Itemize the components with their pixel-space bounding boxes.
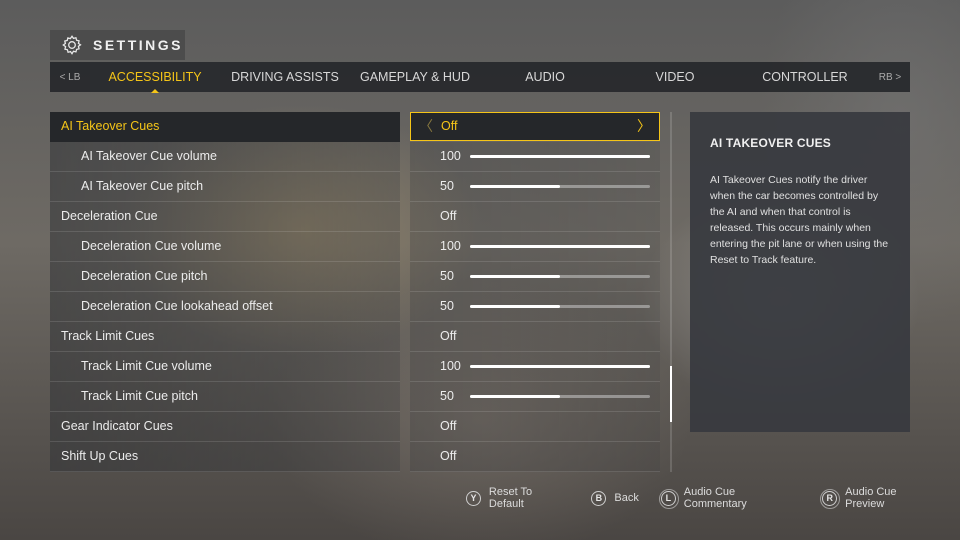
setting-slider[interactable]: 50	[410, 382, 660, 412]
settings-list: AI Takeover Cues 〈 〉 Off AI Takeover Cue vol…	[50, 112, 662, 472]
setting-slider[interactable]: 50	[410, 262, 660, 292]
setting-value: 100	[440, 359, 461, 373]
setting-label: Track Limit Cue volume	[50, 352, 400, 382]
chevron-left-icon[interactable]: 〈	[419, 113, 433, 140]
tab-next-bumper[interactable]: RB >	[870, 72, 910, 83]
setting-value: Off	[440, 329, 457, 343]
audio-cue-preview-label: Audio Cue Preview	[845, 486, 897, 510]
info-description: AI Takeover Cues notify the driver when …	[710, 174, 889, 266]
setting-row[interactable]: Deceleration Cue pitch 50	[50, 262, 662, 292]
setting-label: AI Takeover Cue pitch	[50, 172, 400, 202]
setting-label: Gear Indicator Cues	[50, 412, 400, 442]
tab-gameplay-hud[interactable]: GAMEPLAY & HUD	[350, 62, 480, 92]
slider-fill	[470, 155, 650, 158]
setting-slider[interactable]: 100	[410, 352, 660, 382]
setting-label: Track Limit Cues	[50, 322, 400, 352]
setting-row[interactable]: AI Takeover Cue pitch 50	[50, 172, 662, 202]
slider-fill	[470, 395, 560, 398]
audio-cue-commentary-label: Audio Cue Commentary	[683, 486, 747, 510]
left-stick-icon: L	[658, 488, 679, 509]
setting-row[interactable]: Deceleration Cue volume 100	[50, 232, 662, 262]
setting-row[interactable]: Deceleration Cue Off	[50, 202, 662, 232]
slider-track[interactable]	[470, 395, 650, 398]
chevron-right-icon[interactable]: 〉	[637, 113, 651, 140]
scrollbar-thumb[interactable]	[670, 366, 672, 422]
setting-label: Deceleration Cue pitch	[50, 262, 400, 292]
gear-icon	[62, 35, 82, 55]
reset-to-default-button[interactable]: Y Reset To Default	[466, 486, 569, 510]
setting-slider[interactable]: 50	[410, 172, 660, 202]
back-button[interactable]: B Back	[591, 490, 639, 506]
slider-track[interactable]	[470, 275, 650, 278]
footer-actions: Y Reset To Default B Back L Audio Cue Co…	[466, 486, 960, 510]
setting-value: 100	[440, 149, 461, 163]
setting-label: Deceleration Cue volume	[50, 232, 400, 262]
slider-fill	[470, 185, 560, 188]
setting-row[interactable]: Shift Up Cues Off	[50, 442, 662, 472]
setting-label: Track Limit Cue pitch	[50, 382, 400, 412]
setting-row[interactable]: Gear Indicator Cues Off	[50, 412, 662, 442]
tab-audio[interactable]: AUDIO	[480, 62, 610, 92]
slider-track[interactable]	[470, 155, 650, 158]
slider-track[interactable]	[470, 305, 650, 308]
setting-slider[interactable]: 50	[410, 292, 660, 322]
setting-selector[interactable]: Off	[410, 202, 660, 232]
back-label: Back	[614, 492, 639, 504]
slider-fill	[470, 305, 560, 308]
setting-value: 100	[440, 239, 461, 253]
setting-selector[interactable]: 〈 〉 Off	[410, 112, 660, 141]
setting-value: Off	[440, 449, 457, 463]
setting-label: Shift Up Cues	[50, 442, 400, 472]
settings-header: SETTINGS	[50, 30, 185, 60]
tab-accessibility[interactable]: ACCESSIBILITY	[90, 62, 220, 93]
slider-track[interactable]	[470, 185, 650, 188]
tab-video[interactable]: VIDEO	[610, 62, 740, 92]
tab-controller[interactable]: CONTROLLER	[740, 62, 870, 92]
setting-row[interactable]: Track Limit Cues Off	[50, 322, 662, 352]
info-panel: AI TAKEOVER CUES AI Takeover Cues notify…	[690, 112, 910, 432]
setting-slider[interactable]: 100	[410, 232, 660, 262]
setting-row[interactable]: Deceleration Cue lookahead offset 50	[50, 292, 662, 322]
setting-label: AI Takeover Cues	[50, 112, 400, 142]
slider-track[interactable]	[470, 245, 650, 248]
setting-value: 50	[440, 299, 454, 313]
setting-value: 50	[440, 269, 454, 283]
setting-selector[interactable]: Off	[410, 322, 660, 352]
setting-row[interactable]: Track Limit Cue volume 100	[50, 352, 662, 382]
page-title: SETTINGS	[93, 37, 184, 53]
tab-bar: < LB ACCESSIBILITY DRIVING ASSISTS GAMEP…	[50, 62, 910, 93]
reset-to-default-label: Reset To Default	[488, 486, 533, 510]
slider-fill	[470, 245, 650, 248]
b-button-icon: B	[591, 490, 607, 506]
setting-value: Off	[440, 209, 457, 223]
setting-value: Off	[441, 119, 458, 133]
setting-label: Deceleration Cue lookahead offset	[50, 292, 400, 322]
y-button-icon: Y	[466, 490, 481, 506]
right-stick-icon: R	[820, 488, 841, 509]
audio-cue-commentary-button[interactable]: L Audio Cue Commentary	[658, 486, 800, 510]
slider-fill	[470, 365, 650, 368]
setting-selector[interactable]: Off	[410, 442, 660, 472]
slider-track[interactable]	[470, 365, 650, 368]
setting-slider[interactable]: 100	[410, 142, 660, 172]
info-title: AI TAKEOVER CUES	[710, 136, 831, 150]
tab-prev-bumper[interactable]: < LB	[50, 72, 90, 83]
setting-label: Deceleration Cue	[50, 202, 400, 232]
scrollbar[interactable]	[670, 112, 672, 472]
setting-row[interactable]: AI Takeover Cues 〈 〉 Off	[50, 112, 662, 142]
audio-cue-preview-button[interactable]: R Audio Cue Preview	[820, 486, 938, 510]
setting-row[interactable]: Track Limit Cue pitch 50	[50, 382, 662, 412]
setting-selector[interactable]: Off	[410, 412, 660, 442]
slider-fill	[470, 275, 560, 278]
setting-value: 50	[440, 179, 454, 193]
setting-value: 50	[440, 389, 454, 403]
setting-value: Off	[440, 419, 457, 433]
tab-driving-assists[interactable]: DRIVING ASSISTS	[220, 62, 350, 92]
setting-label: AI Takeover Cue volume	[50, 142, 400, 172]
setting-row[interactable]: AI Takeover Cue volume 100	[50, 142, 662, 172]
